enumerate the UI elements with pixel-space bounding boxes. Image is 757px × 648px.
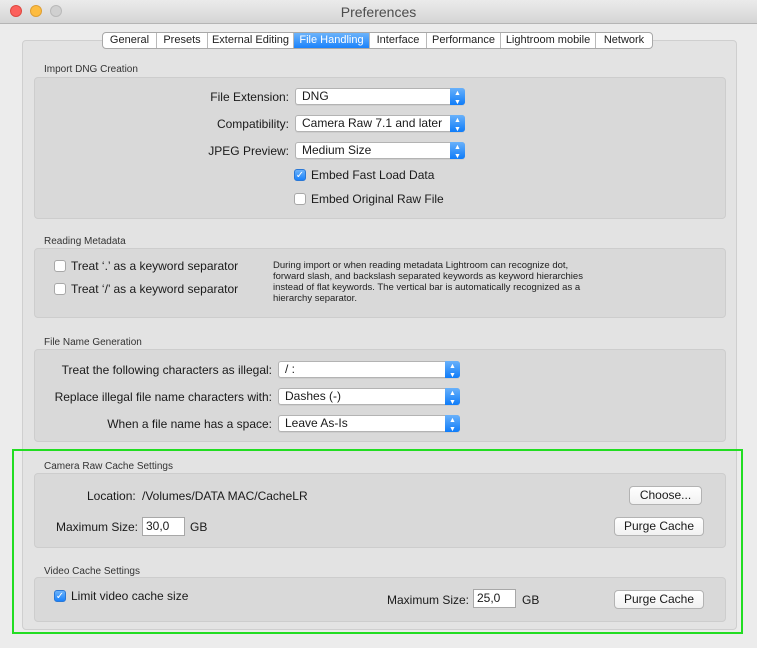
tab-file-handling[interactable]: File Handling <box>294 33 370 48</box>
preferences-tabs: General Presets External Editing File Ha… <box>102 32 653 49</box>
chevron-updown-icon: ▲ ▼ <box>445 415 460 433</box>
replace-with-value: Dashes (-) <box>285 389 342 403</box>
tab-general[interactable]: General <box>103 33 157 48</box>
chevron-updown-icon: ▲ ▼ <box>445 388 460 406</box>
purge-camera-raw-cache-button[interactable]: Purge Cache <box>614 517 704 536</box>
video-max-size-label: Maximum Size: <box>387 593 470 607</box>
cache-location-label: Location: <box>87 489 136 503</box>
tab-interface[interactable]: Interface <box>370 33 427 48</box>
cache-max-size-input[interactable]: 30,0 <box>142 517 185 536</box>
slash-separator-label: Treat ‘/’ as a keyword separator <box>71 282 239 296</box>
file-extension-value: DNG <box>302 89 329 103</box>
tab-performance[interactable]: Performance <box>427 33 501 48</box>
preferences-window: Preferences General Presets External Edi… <box>0 0 757 648</box>
replace-with-label: Replace illegal file name characters wit… <box>54 390 272 404</box>
embed-original-raw-checkbox[interactable] <box>294 193 306 205</box>
file-extension-label: File Extension: <box>210 90 289 104</box>
slash-separator-checkbox[interactable] <box>54 283 66 295</box>
chevron-updown-icon: ▲ ▼ <box>450 142 465 160</box>
cache-max-size-unit: GB <box>190 520 208 534</box>
reading-metadata-description: During import or when reading metadata L… <box>273 260 583 304</box>
limit-video-cache-checkbox[interactable]: ✓ <box>54 590 66 602</box>
illegal-chars-select[interactable]: / : ▲ ▼ <box>278 361 460 379</box>
chevron-updown-icon: ▲ ▼ <box>450 88 465 106</box>
choose-location-button[interactable]: Choose... <box>629 486 702 505</box>
illegal-chars-value: / : <box>285 362 296 376</box>
chevron-updown-icon: ▲ ▼ <box>445 361 460 379</box>
tab-presets[interactable]: Presets <box>157 33 208 48</box>
compatibility-select[interactable]: Camera Raw 7.1 and later ▲ ▼ <box>295 115 465 133</box>
tab-lightroom-mobile[interactable]: Lightroom mobile <box>501 33 596 48</box>
dot-separator-label: Treat ‘.’ as a keyword separator <box>71 259 239 273</box>
illegal-chars-label: Treat the following characters as illega… <box>61 363 272 377</box>
compatibility-label: Compatibility: <box>216 117 289 131</box>
jpeg-preview-label: JPEG Preview: <box>208 144 289 158</box>
cache-max-size-label: Maximum Size: <box>56 520 139 534</box>
title-bar[interactable]: Preferences <box>0 0 757 24</box>
jpeg-preview-value: Medium Size <box>302 143 372 157</box>
dot-separator-checkbox[interactable] <box>54 260 66 272</box>
embed-fast-load-checkbox[interactable]: ✓ <box>294 169 306 181</box>
jpeg-preview-select[interactable]: Medium Size ▲ ▼ <box>295 142 465 160</box>
cache-location-value: /Volumes/DATA MAC/CacheLR <box>142 489 308 503</box>
file-extension-select[interactable]: DNG ▲ ▼ <box>295 88 465 106</box>
space-handling-label: When a file name has a space: <box>107 417 272 431</box>
camera-raw-cache-group <box>34 473 726 548</box>
limit-video-cache-label: Limit video cache size <box>71 589 189 603</box>
tab-network[interactable]: Network <box>596 33 652 48</box>
import-dng-section-title: Import DNG Creation <box>44 64 138 75</box>
chevron-updown-icon: ▲ ▼ <box>450 115 465 133</box>
space-handling-select[interactable]: Leave As-Is ▲ ▼ <box>278 415 460 433</box>
window-title: Preferences <box>340 4 417 20</box>
file-name-generation-section-title: File Name Generation <box>44 337 142 348</box>
embed-original-raw-label: Embed Original Raw File <box>311 192 444 206</box>
tab-external-editing[interactable]: External Editing <box>208 33 294 48</box>
reading-metadata-section-title: Reading Metadata <box>44 236 126 247</box>
purge-video-cache-button[interactable]: Purge Cache <box>614 590 704 609</box>
compatibility-value: Camera Raw 7.1 and later <box>302 116 443 130</box>
video-cache-section-title: Video Cache Settings <box>44 566 140 577</box>
space-handling-value: Leave As-Is <box>285 416 348 430</box>
replace-with-select[interactable]: Dashes (-) ▲ ▼ <box>278 388 460 406</box>
embed-fast-load-label: Embed Fast Load Data <box>311 168 435 182</box>
video-max-size-unit: GB <box>522 593 540 607</box>
video-max-size-input[interactable]: 25,0 <box>473 589 516 608</box>
camera-raw-cache-section-title: Camera Raw Cache Settings <box>44 461 173 472</box>
